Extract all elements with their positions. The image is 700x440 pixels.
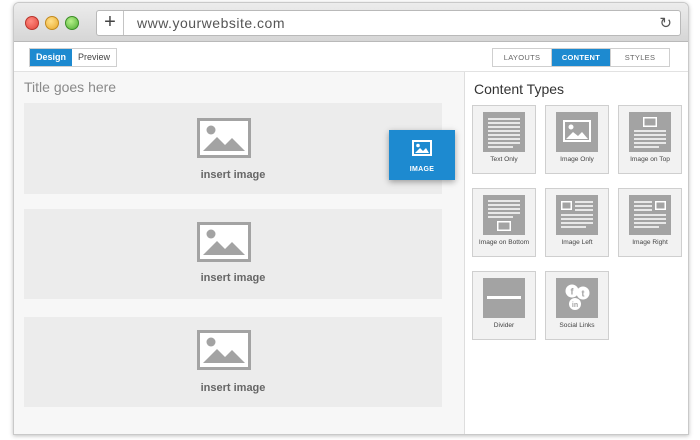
- new-tab-button[interactable]: +: [97, 11, 124, 35]
- browser-titlebar: + www.yourwebsite.com ↻: [14, 3, 688, 42]
- content-type-label: Image Right: [632, 239, 668, 246]
- content-type-label: Social Links: [559, 322, 595, 329]
- address-bar[interactable]: + www.yourwebsite.com ↻: [96, 10, 681, 36]
- image-on-bottom-icon: [483, 195, 525, 235]
- insert-image-label: insert image: [200, 382, 266, 394]
- content-type-social-links[interactable]: f t in Social Links: [545, 271, 609, 340]
- image-placeholder-icon: [197, 118, 251, 158]
- panel-title: Content Types: [474, 81, 565, 97]
- panel-tabs: LAYOUTS CONTENT STYLES: [492, 48, 670, 67]
- image-placeholder-block[interactable]: insert image: [24, 317, 442, 407]
- tab-layouts[interactable]: LAYOUTS: [493, 49, 551, 66]
- content-type-label: Image on Top: [630, 156, 670, 163]
- content-type-text-only[interactable]: Text Only: [472, 105, 536, 174]
- minimize-window-button[interactable]: [45, 16, 59, 30]
- content-type-label: Text Only: [490, 156, 518, 163]
- image-placeholder-icon: [197, 222, 251, 262]
- content-type-image-on-top[interactable]: Image on Top: [618, 105, 682, 174]
- insert-image-label: insert image: [200, 169, 266, 181]
- drag-item-label: IMAGE: [409, 166, 435, 173]
- image-left-icon: [556, 195, 598, 235]
- image-only-icon: [556, 112, 598, 152]
- editor-toolbar: Design Preview LAYOUTS CONTENT STYLES: [14, 42, 688, 72]
- content-type-image-only[interactable]: Image Only: [545, 105, 609, 174]
- url-text[interactable]: www.yourwebsite.com: [137, 15, 285, 31]
- image-placeholder-icon: [197, 330, 251, 370]
- svg-text:in: in: [572, 302, 578, 309]
- close-window-button[interactable]: [25, 16, 39, 30]
- image-placeholder-block[interactable]: insert image: [24, 103, 442, 194]
- insert-image-label: insert image: [200, 272, 266, 284]
- browser-window: + www.yourwebsite.com ↻ Design Preview L…: [13, 2, 689, 435]
- refresh-icon[interactable]: ↻: [659, 14, 672, 32]
- tab-styles[interactable]: STYLES: [610, 49, 669, 66]
- dragging-image-block[interactable]: IMAGE: [389, 130, 455, 180]
- image-right-icon: [629, 195, 671, 235]
- mode-toggle: Design Preview: [29, 48, 118, 67]
- content-type-label: Image Only: [560, 156, 594, 163]
- design-mode-button[interactable]: Design: [30, 49, 73, 66]
- image-icon: [412, 140, 432, 156]
- page-title[interactable]: Title goes here: [24, 79, 116, 95]
- preview-mode-button[interactable]: Preview: [72, 49, 117, 66]
- content-types-panel: Content Types Text Only Image Only Image…: [465, 72, 688, 434]
- maximize-window-button[interactable]: [65, 16, 79, 30]
- content-type-image-on-bottom[interactable]: Image on Bottom: [472, 188, 536, 257]
- content-type-image-left[interactable]: Image Left: [545, 188, 609, 257]
- content-type-label: Divider: [493, 322, 515, 329]
- content-type-image-right[interactable]: Image Right: [618, 188, 682, 257]
- divider-icon: [483, 278, 525, 318]
- text-only-icon: [483, 112, 525, 152]
- image-on-top-icon: [629, 112, 671, 152]
- image-placeholder-block[interactable]: insert image: [24, 209, 442, 299]
- svg-text:t: t: [582, 289, 585, 299]
- social-links-icon: f t in: [556, 278, 598, 318]
- content-type-label: Image on Bottom: [478, 239, 530, 246]
- tab-content[interactable]: CONTENT: [551, 49, 610, 66]
- email-canvas: Title goes here insert image insert imag…: [14, 72, 465, 434]
- content-type-label: Image Left: [561, 239, 593, 246]
- content-type-divider[interactable]: Divider: [472, 271, 536, 340]
